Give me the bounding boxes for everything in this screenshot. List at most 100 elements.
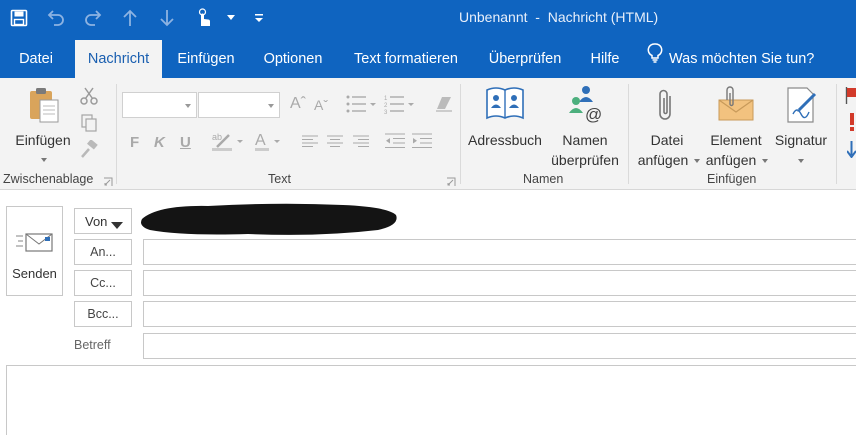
copy-icon[interactable]: [79, 113, 99, 136]
group-separator: [460, 84, 461, 184]
group-separator: [116, 84, 117, 184]
check-names-label-line1: Namen: [562, 132, 608, 148]
clipboard-group-label: Zwischenablage: [3, 172, 94, 186]
send-button[interactable]: Senden: [6, 206, 63, 296]
from-button[interactable]: Von: [74, 208, 132, 234]
clipboard-dialog-launcher-icon[interactable]: [103, 175, 113, 186]
attach-file-label-line2: anfügen: [637, 152, 689, 168]
lightbulb-icon: [647, 40, 663, 78]
chevron-down-icon: [111, 218, 123, 233]
tab-ueberpruefen[interactable]: Überprüfen: [480, 40, 570, 78]
message-body[interactable]: [6, 365, 856, 435]
tab-nachricht[interactable]: Nachricht: [75, 40, 162, 78]
cc-field[interactable]: [143, 270, 856, 296]
tab-hilfe[interactable]: Hilfe: [583, 40, 627, 78]
numbering-icon[interactable]: 123: [384, 94, 414, 117]
svg-text:@: @: [585, 105, 602, 124]
signature-label: Signatur: [774, 132, 828, 148]
customize-qat-icon[interactable]: [240, 0, 277, 36]
check-names-button[interactable]: @ Namen überprüfen: [546, 82, 624, 168]
paperclip-icon: [656, 86, 676, 127]
underline-button[interactable]: U: [180, 134, 191, 151]
font-color-icon[interactable]: A: [254, 130, 288, 155]
signature-button[interactable]: Signatur: [770, 82, 832, 168]
tab-einfuegen[interactable]: Einfügen: [171, 40, 241, 78]
paste-icon: [28, 86, 60, 127]
cc-button[interactable]: Cc...: [74, 270, 132, 296]
svg-text:1: 1: [384, 96, 388, 102]
check-names-icon: @: [566, 84, 606, 127]
svg-text:3: 3: [384, 110, 388, 114]
title-bar: Unbenannt - Nachricht (HTML): [0, 0, 856, 36]
text-dialog-launcher-icon[interactable]: [446, 175, 456, 186]
group-separator: [628, 84, 629, 184]
tab-optionen[interactable]: Optionen: [256, 40, 330, 78]
shrink-font-icon[interactable]: Aˇ: [314, 97, 328, 113]
decrease-indent-icon[interactable]: [385, 133, 405, 152]
to-button[interactable]: An...: [74, 239, 132, 265]
touch-mode-dropdown-icon[interactable]: [222, 0, 240, 36]
text-group-label: Text: [268, 172, 291, 186]
paste-button[interactable]: Einfügen: [10, 82, 76, 168]
bcc-field[interactable]: [143, 301, 856, 327]
address-book-label: Adressbuch: [468, 132, 542, 148]
svg-text:2: 2: [384, 103, 388, 109]
align-right-icon[interactable]: [353, 135, 369, 150]
attach-file-button[interactable]: Datei anfügen: [632, 82, 702, 168]
undo-icon[interactable]: [37, 0, 74, 36]
font-size-dropdown[interactable]: [198, 92, 280, 118]
tell-me-label: Was möchten Sie tun?: [669, 51, 815, 67]
redacted-sender-address: [141, 203, 397, 235]
chevron-down-icon: [185, 104, 191, 108]
chevron-down-icon: [762, 159, 768, 163]
grow-font-icon[interactable]: Aˆ: [290, 95, 306, 113]
arrow-down-icon[interactable]: [148, 0, 185, 36]
format-painter-icon[interactable]: [79, 139, 99, 163]
redo-icon[interactable]: [74, 0, 111, 36]
arrow-up-icon[interactable]: [111, 0, 148, 36]
italic-button[interactable]: K: [154, 134, 165, 151]
clear-formatting-icon[interactable]: [434, 95, 454, 116]
signature-icon: [785, 86, 819, 127]
cut-icon[interactable]: [79, 86, 99, 109]
bullets-icon[interactable]: [346, 94, 376, 117]
tab-datei[interactable]: Datei: [10, 40, 62, 78]
bcc-button[interactable]: Bcc...: [74, 301, 132, 327]
window-title: Unbenannt - Nachricht (HTML): [459, 9, 659, 25]
paste-dropdown-icon: [41, 158, 47, 162]
svg-text:ab: ab: [212, 132, 222, 142]
insert-group-label: Einfügen: [707, 172, 757, 186]
to-field[interactable]: [143, 239, 856, 265]
chevron-down-icon: [798, 159, 804, 163]
quick-access-toolbar: [0, 0, 277, 36]
font-name-dropdown[interactable]: [122, 92, 197, 118]
ribbon-tabs: Datei Nachricht Einfügen Optionen Text f…: [0, 36, 856, 78]
save-icon[interactable]: [0, 0, 37, 36]
low-importance-icon[interactable]: [846, 140, 856, 161]
subject-field[interactable]: [143, 333, 856, 359]
align-left-icon[interactable]: [302, 135, 318, 150]
attach-file-label-line1: Datei: [650, 132, 684, 148]
highlight-icon[interactable]: ab: [211, 131, 245, 154]
bold-button[interactable]: F: [130, 134, 139, 151]
attach-item-button[interactable]: Element anfügen: [702, 82, 770, 168]
touch-mode-icon[interactable]: [185, 0, 222, 36]
chevron-down-icon: [268, 104, 274, 108]
address-book-icon: [485, 86, 525, 125]
chevron-down-icon: [694, 159, 700, 163]
align-center-icon[interactable]: [327, 135, 343, 150]
tell-me-search[interactable]: Was möchten Sie tun?: [647, 40, 814, 78]
tab-text-formatieren[interactable]: Text formatieren: [345, 40, 467, 78]
attach-item-label-line1: Element: [710, 132, 762, 148]
attach-item-label-line2: anfügen: [705, 152, 757, 168]
address-book-button[interactable]: Adressbuch: [464, 82, 546, 168]
ribbon: Einfügen Zwischenablage Aˆ Aˇ 123 F K U …: [0, 78, 856, 190]
names-group-label: Namen: [523, 172, 564, 186]
follow-up-flag-icon[interactable]: [845, 86, 856, 107]
group-separator: [836, 84, 837, 184]
check-names-label-line2: überprüfen: [551, 152, 619, 168]
subject-label: Betreff: [74, 338, 111, 352]
high-importance-icon[interactable]: [849, 113, 856, 134]
attach-item-icon: [717, 86, 755, 125]
increase-indent-icon[interactable]: [412, 133, 432, 152]
